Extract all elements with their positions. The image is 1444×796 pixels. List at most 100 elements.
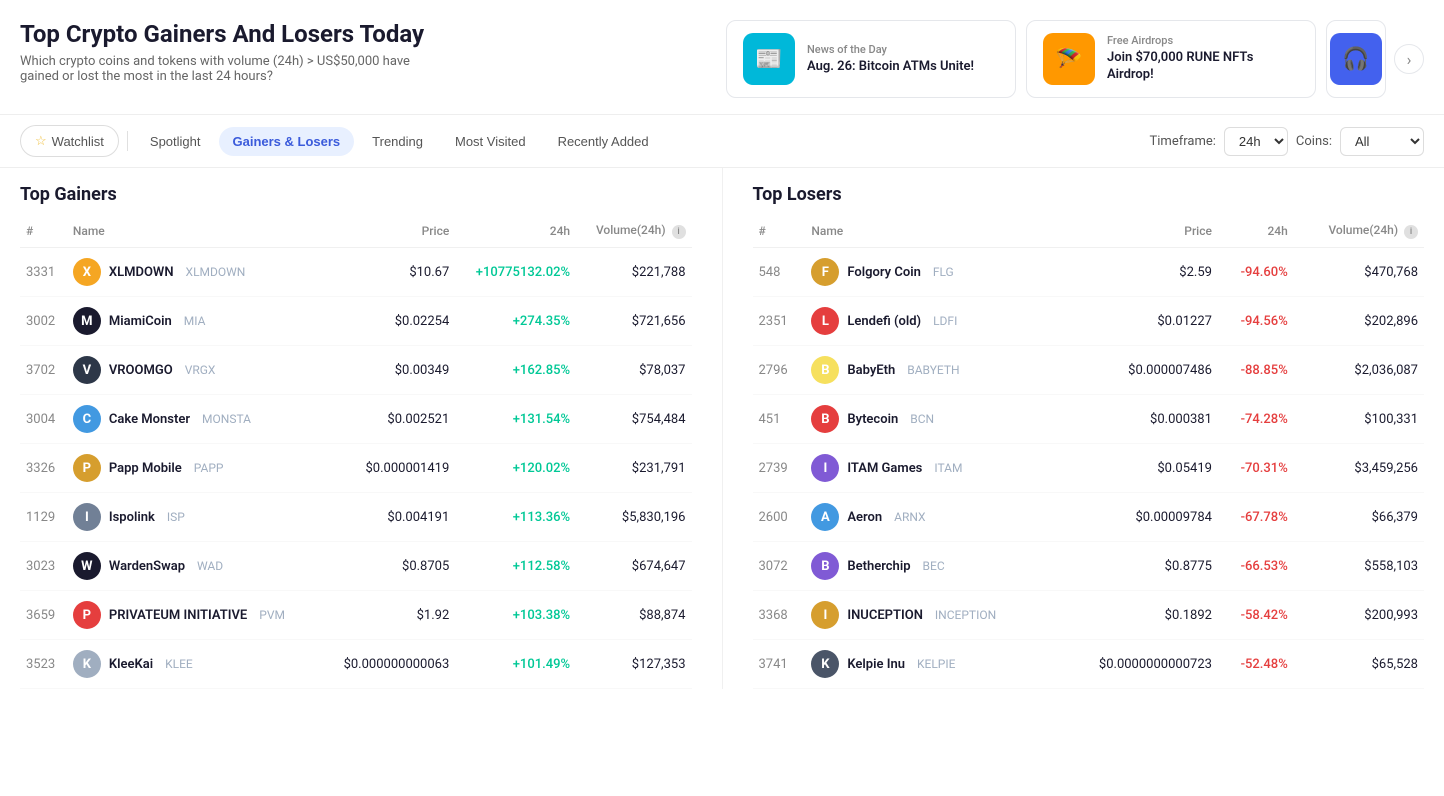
news-card-icon-0: 📰: [743, 33, 795, 85]
coin-icon: I: [73, 503, 101, 531]
news-card-2[interactable]: 🎧: [1326, 20, 1386, 98]
coin-name: MiamiCoin: [109, 314, 172, 329]
tab-watchlist[interactable]: ☆ Watchlist: [20, 125, 119, 157]
name-cell[interactable]: B Bytecoin BCN: [805, 395, 1057, 444]
change-cell: +112.58%: [455, 542, 576, 591]
table-row: 3326 P Papp Mobile PAPP $0.000001419 +12…: [20, 444, 692, 493]
name-cell[interactable]: F Folgory Coin FLG: [805, 248, 1057, 297]
change-cell: +103.38%: [455, 591, 576, 640]
tab-gainers-losers[interactable]: Gainers & Losers: [219, 127, 355, 156]
coin-name: WardenSwap: [109, 559, 185, 574]
rank-cell: 3072: [753, 542, 806, 591]
volume-info-icon[interactable]: i: [672, 225, 686, 239]
volume-cell: $5,830,196: [576, 493, 691, 542]
name-cell[interactable]: V VROOMGO VRGX: [67, 346, 322, 395]
name-cell[interactable]: I ITAM Games ITAM: [805, 444, 1057, 493]
coin-icon: F: [811, 258, 839, 286]
coin-name: Betherchip: [847, 559, 910, 574]
price-header-l: Price: [1058, 215, 1218, 248]
coin-icon: V: [73, 356, 101, 384]
coin-symbol: KELPIE: [917, 657, 955, 671]
rank-cell: 3741: [753, 640, 806, 689]
name-cell[interactable]: B BabyEth BABYETH: [805, 346, 1057, 395]
rank-cell: 2351: [753, 297, 806, 346]
name-cell[interactable]: K KleeKai KLEE: [67, 640, 322, 689]
tab-recently-added[interactable]: Recently Added: [544, 127, 663, 156]
price-cell: $0.01227: [1058, 297, 1218, 346]
table-row: 2351 L Lendefi (old) LDFI $0.01227 -94.5…: [753, 297, 1425, 346]
coin-icon: B: [811, 405, 839, 433]
rank-cell: 3523: [20, 640, 67, 689]
name-cell[interactable]: P PRIVATEUM INITIATIVE PVM: [67, 591, 322, 640]
coin-name: Aeron: [847, 510, 882, 525]
price-cell: $0.000381: [1058, 395, 1218, 444]
change-cell: -52.48%: [1218, 640, 1294, 689]
rank-cell: 3326: [20, 444, 67, 493]
volume-info-icon-l[interactable]: i: [1404, 225, 1418, 239]
rank-cell: 3368: [753, 591, 806, 640]
coin-symbol: WAD: [197, 559, 223, 573]
table-row: 3004 C Cake Monster MONSTA $0.002521 +13…: [20, 395, 692, 444]
name-cell[interactable]: M MiamiCoin MIA: [67, 297, 322, 346]
volume-cell: $2,036,087: [1294, 346, 1424, 395]
tab-most-visited[interactable]: Most Visited: [441, 127, 540, 156]
change-cell: +120.02%: [455, 444, 576, 493]
volume-header-l: Volume(24h) i: [1294, 215, 1424, 248]
change-cell: -94.60%: [1218, 248, 1294, 297]
name-cell[interactable]: L Lendefi (old) LDFI: [805, 297, 1057, 346]
news-card-label-1: Free Airdrops: [1107, 34, 1299, 47]
gainers-section: Top Gainers # Name Price 24h Volume(24h)…: [20, 168, 723, 689]
name-cell[interactable]: A Aeron ARNX: [805, 493, 1057, 542]
tab-spotlight[interactable]: Spotlight: [136, 127, 215, 156]
change-cell: +131.54%: [455, 395, 576, 444]
coins-select[interactable]: All Coins Tokens: [1340, 127, 1424, 156]
rank-header: #: [20, 215, 67, 248]
change-cell: -88.85%: [1218, 346, 1294, 395]
coin-symbol: PVM: [259, 608, 285, 622]
news-card-1[interactable]: 🪂 Free Airdrops Join $70,000 RUNE NFTs A…: [1026, 20, 1316, 98]
coin-name: KleeKai: [109, 657, 153, 672]
coin-symbol: BABYETH: [907, 363, 959, 377]
coin-icon: M: [73, 307, 101, 335]
table-row: 3741 K Kelpie Inu KELPIE $0.000000000072…: [753, 640, 1425, 689]
news-cards-container: 📰 News of the Day Aug. 26: Bitcoin ATMs …: [726, 20, 1386, 98]
table-row: 3072 B Betherchip BEC $0.8775 -66.53% $5…: [753, 542, 1425, 591]
timeframe-select[interactable]: 24h 1h 7d: [1224, 127, 1288, 156]
name-cell[interactable]: B Betherchip BEC: [805, 542, 1057, 591]
coin-icon: C: [73, 405, 101, 433]
coin-symbol: ARNX: [894, 510, 925, 524]
coin-name: Bytecoin: [847, 412, 898, 427]
coin-name: Cake Monster: [109, 412, 190, 427]
coin-icon: I: [811, 601, 839, 629]
coin-name: Ispolink: [109, 510, 155, 525]
name-cell[interactable]: C Cake Monster MONSTA: [67, 395, 322, 444]
tab-trending[interactable]: Trending: [358, 127, 437, 156]
volume-cell: $470,768: [1294, 248, 1424, 297]
name-cell[interactable]: W WardenSwap WAD: [67, 542, 322, 591]
price-cell: $0.002521: [322, 395, 456, 444]
name-cell[interactable]: K Kelpie Inu KELPIE: [805, 640, 1057, 689]
name-cell[interactable]: P Papp Mobile PAPP: [67, 444, 322, 493]
name-cell[interactable]: I INUCEPTION INCEPTION: [805, 591, 1057, 640]
change-cell: +274.35%: [455, 297, 576, 346]
news-next-arrow[interactable]: ›: [1394, 44, 1424, 74]
name-cell[interactable]: I Ispolink ISP: [67, 493, 322, 542]
news-card-0[interactable]: 📰 News of the Day Aug. 26: Bitcoin ATMs …: [726, 20, 1016, 98]
volume-cell: $558,103: [1294, 542, 1424, 591]
change-cell: +162.85%: [455, 346, 576, 395]
table-row: 548 F Folgory Coin FLG $2.59 -94.60% $47…: [753, 248, 1425, 297]
rank-cell: 1129: [20, 493, 67, 542]
change-header: 24h: [455, 215, 576, 248]
price-cell: $0.8705: [322, 542, 456, 591]
rank-cell: 451: [753, 395, 806, 444]
tabs-row: ☆ Watchlist SpotlightGainers & LosersTren…: [0, 115, 1444, 168]
coin-name: Kelpie Inu: [847, 657, 905, 672]
page-subtitle: Which crypto coins and tokens with volum…: [20, 54, 420, 84]
losers-table: # Name Price 24h Volume(24h) i 548 F Fol…: [753, 215, 1425, 689]
name-cell[interactable]: X XLMDOWN XLMDOWN: [67, 248, 322, 297]
coin-symbol: FLG: [933, 265, 954, 279]
gainers-title: Top Gainers: [20, 168, 692, 215]
change-cell: +101.49%: [455, 640, 576, 689]
price-cell: $0.0000000000723: [1058, 640, 1218, 689]
change-cell: -70.31%: [1218, 444, 1294, 493]
